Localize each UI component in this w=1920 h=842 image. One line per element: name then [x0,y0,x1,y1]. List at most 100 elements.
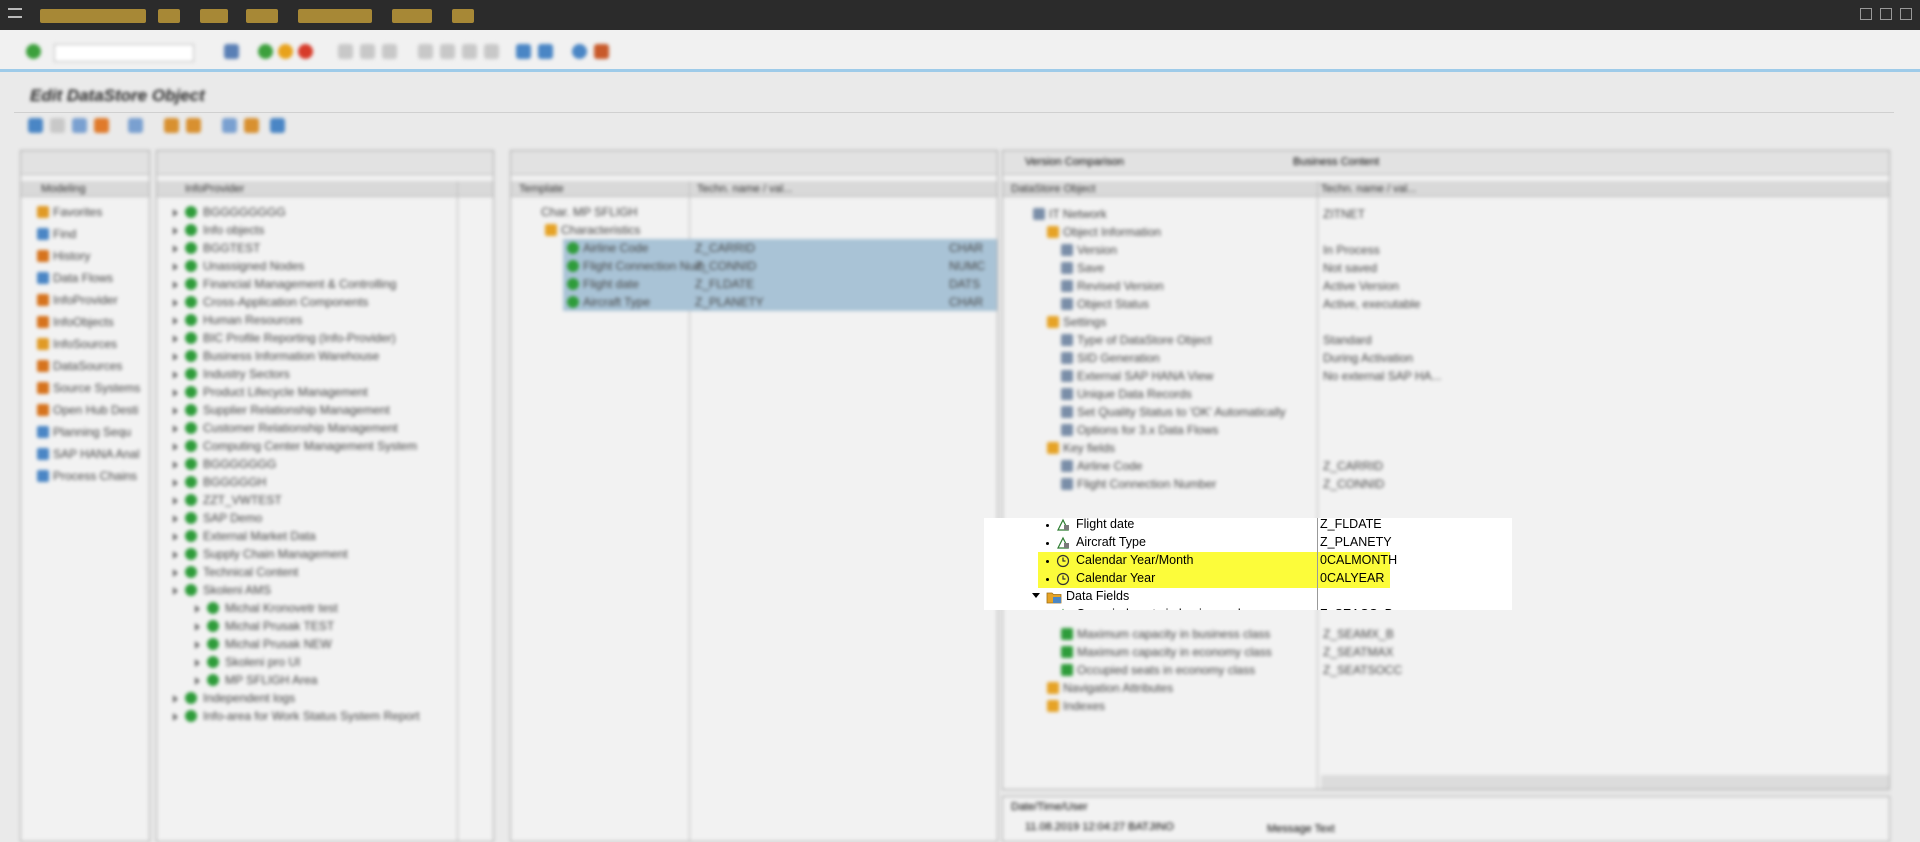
modeling-item[interactable]: Favorites [21,203,149,221]
print-icon[interactable] [338,44,353,59]
command-field[interactable] [54,44,194,62]
infoprovider-item[interactable]: BIC Profile Reporting (Info-Provider) [157,329,493,347]
infoprovider-item[interactable]: Michal Prusak TEST [157,617,493,635]
exit-icon[interactable] [278,44,293,59]
toolbar-icon[interactable] [244,118,259,133]
expand-icon[interactable] [173,209,178,217]
dso-tree-row[interactable]: Maximum capacity in business class Z_SEAM… [1003,625,1889,643]
collapse-icon[interactable] [1032,593,1040,598]
dso-tree-row[interactable]: Maximum capacity in economy class Z_SEATM… [1003,643,1889,661]
toolbar-icon[interactable] [94,118,109,133]
template-item[interactable]: Aircraft Type Z_PLANETY CHAR [563,293,997,311]
expand-icon[interactable] [173,569,178,577]
infoprovider-item[interactable]: BGGGGGH [157,473,493,491]
modeling-item[interactable]: InfoSources [21,335,149,353]
expand-icon[interactable] [173,245,178,253]
expand-icon[interactable] [173,227,178,235]
infoprovider-item[interactable]: Independent logs [157,689,493,707]
dso-tree-row[interactable]: Navigation Attributes [1003,679,1889,697]
modeling-item[interactable]: Find [21,225,149,243]
infoprovider-item[interactable]: BGGGGGGGG [157,203,493,221]
infoprovider-item[interactable]: Skoleni AMS [157,581,493,599]
template-item[interactable]: Flight date Z_FLDATE DATS [563,275,997,293]
expand-icon[interactable] [173,335,178,343]
infoprovider-item[interactable]: ZZT_VWTEST [157,491,493,509]
infoprovider-item[interactable]: BGGGGGGG [157,455,493,473]
dso-tree-row[interactable]: Object Information [1003,223,1889,241]
expand-icon[interactable] [173,551,178,559]
expand-icon[interactable] [173,281,178,289]
dso-tree-row[interactable]: Indexes [1003,697,1889,715]
dso-tree-row[interactable]: Type of DataStore Object Standard [1003,331,1889,349]
toolbar-icon[interactable] [222,118,237,133]
expand-icon[interactable] [173,479,178,487]
key-field-row[interactable]: Aircraft Type Z_PLANETY [984,534,1512,552]
toolbar-icon[interactable] [270,118,285,133]
infoprovider-item[interactable]: Business Information Warehouse [157,347,493,365]
dso-tree-row[interactable]: Occupied seats in economy class Z_SEATSOC… [1003,661,1889,679]
expand-icon[interactable] [173,389,178,397]
dso-tree-row[interactable]: Flight Connection Number Z_CONNID [1003,475,1889,493]
menu-datastore-object[interactable] [40,9,146,23]
expand-icon[interactable] [173,515,178,523]
data-fields-node[interactable]: Data Fields [984,588,1512,606]
modeling-item[interactable]: Source Systems [21,379,149,397]
infoprovider-item[interactable]: Info-area for Work Status System Report [157,707,493,725]
modeling-item[interactable]: DataSources [21,357,149,375]
help-icon[interactable] [572,44,587,59]
expand-icon[interactable] [173,407,178,415]
dso-tree-row[interactable]: SID Generation During Activation [1003,349,1889,367]
modeling-item[interactable]: History [21,247,149,265]
toolbar-icon[interactable] [28,118,43,133]
infoprovider-item[interactable]: Skoleni pro UI [157,653,493,671]
expand-icon[interactable] [173,443,178,451]
menu-setup[interactable] [246,9,278,23]
first-page-icon[interactable] [418,44,433,59]
infoprovider-item[interactable]: Human Resources [157,311,493,329]
infoprovider-item[interactable]: Computing Center Management System [157,437,493,455]
infoprovider-item[interactable]: External Market Data [157,527,493,545]
version-comparison-button[interactable]: Version Comparison [1025,156,1124,168]
find-icon[interactable] [360,44,375,59]
dso-tree-row[interactable]: Options for 3.x Data Flows [1003,421,1889,439]
menu-help[interactable] [452,9,474,23]
modeling-item[interactable]: InfoObjects [21,313,149,331]
expand-icon[interactable] [195,677,200,685]
key-field-row[interactable]: Flight date Z_FLDATE [984,518,1512,534]
toolbar-icon[interactable] [186,118,201,133]
expand-icon[interactable] [195,605,200,613]
toolbar-icon[interactable] [164,118,179,133]
modeling-item[interactable]: Planning Sequ [21,423,149,441]
dso-tree-row[interactable]: Version In Process [1003,241,1889,259]
dso-tree-row[interactable]: Set Quality Status to 'OK' Automatically [1003,403,1889,421]
key-field-row[interactable]: Calendar Year 0CALYEAR [984,570,1512,588]
menu-goto[interactable] [200,9,228,23]
layout-icon[interactable] [594,44,609,59]
infoprovider-item[interactable]: SAP Demo [157,509,493,527]
expand-icon[interactable] [173,695,178,703]
template-root[interactable]: Char. MP SFLIGH [511,203,997,221]
expand-icon[interactable] [173,263,178,271]
key-field-row[interactable]: Occupied seats in business class Z_SEACC_… [984,606,1512,610]
cancel-icon[interactable] [298,44,313,59]
expand-icon[interactable] [173,317,178,325]
expand-icon[interactable] [195,659,200,667]
modeling-item[interactable]: Data Flows [21,269,149,287]
dso-tree-row[interactable]: Key fields [1003,439,1889,457]
infoprovider-item[interactable]: Info objects [157,221,493,239]
expand-icon[interactable] [173,497,178,505]
dso-tree-row[interactable]: Revised Version Active Version [1003,277,1889,295]
back-icon[interactable] [258,44,273,59]
prev-page-icon[interactable] [440,44,455,59]
menu-environment[interactable] [298,9,372,23]
modeling-item[interactable]: SAP HANA Anal [21,445,149,463]
maximize-icon[interactable] [1880,8,1892,20]
menu-edit[interactable] [158,9,180,23]
save-icon[interactable] [224,44,239,59]
dso-tree-row[interactable]: IT Network ZITNET [1003,205,1889,223]
infoprovider-item[interactable]: Michal Prusak NEW [157,635,493,653]
dso-tree-row[interactable]: Save Not saved [1003,259,1889,277]
infoprovider-item[interactable]: Cross-Application Components [157,293,493,311]
infoprovider-item[interactable]: BGGTEST [157,239,493,257]
horizontal-scrollbar[interactable] [1321,775,1889,789]
